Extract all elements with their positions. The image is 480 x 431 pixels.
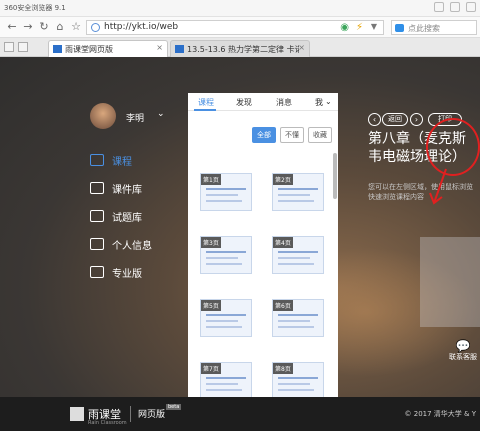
yuketang-favicon-icon [53, 45, 62, 53]
slide-thumbnail[interactable]: 第4页 [272, 236, 324, 274]
sidebar-item-questions[interactable]: 试题库 [90, 207, 142, 225]
logo-icon [70, 407, 84, 421]
slide-thumbnail[interactable]: 第6页 [272, 299, 324, 337]
address-bar[interactable]: http://ykt.io/web ◉ ⚡ ▼ [86, 20, 384, 35]
footer: 雨课堂 Rain Classroom 网页版 beta © 2017 清华大学 … [0, 397, 480, 431]
slide-number: 第4页 [273, 237, 293, 248]
chevron-left-icon[interactable]: ‹ [368, 113, 381, 126]
panel-tab-courses[interactable]: 课程 [198, 97, 214, 108]
beta-badge: beta [166, 404, 182, 410]
person-icon [90, 238, 104, 250]
tab-label: 13.5-13.6 热力学第二定律 卡诺 [187, 45, 299, 54]
filter-unclear[interactable]: 不懂 [280, 127, 304, 143]
star-icon[interactable]: ☆ [70, 21, 82, 33]
document-icon [90, 210, 104, 222]
filter-all[interactable]: 全部 [252, 127, 276, 143]
slide-number: 第8页 [273, 363, 293, 374]
tab-thermodynamics[interactable]: 13.5-13.6 热力学第二定律 卡诺 × [170, 40, 310, 57]
sidebar-item-pro[interactable]: 专业版 [90, 263, 142, 281]
slide-thumbnail[interactable]: 第7页 [200, 362, 252, 400]
forward-arrow-icon[interactable]: → [22, 21, 34, 33]
window-titlebar: 360安全浏览器 9.1 [0, 0, 480, 17]
pro-icon [90, 266, 104, 278]
filter-favorite[interactable]: 收藏 [308, 127, 332, 143]
contact-service-label: 联系客服 [449, 353, 477, 361]
slide-number: 第3页 [201, 237, 221, 248]
sidebar-item-slides[interactable]: 课件库 [90, 179, 142, 197]
slide-thumbnail[interactable]: 第1页 [200, 173, 252, 211]
slide-number: 第6页 [273, 300, 293, 311]
search-engine-icon [395, 24, 404, 32]
globe-icon [91, 23, 100, 32]
lightning-icon[interactable]: ⚡ [356, 22, 363, 33]
tab-close-icon[interactable]: × [298, 43, 305, 52]
window-controls [434, 2, 476, 12]
annotation-arrow-icon [429, 168, 447, 205]
tab-close-icon[interactable]: × [156, 43, 163, 52]
slide-thumbnail[interactable]: 第3页 [200, 236, 252, 274]
sidebar-item-profile[interactable]: 个人信息 [90, 235, 152, 253]
panel-tab-discover[interactable]: 发现 [236, 97, 252, 108]
slide-number: 第1页 [201, 174, 221, 185]
book-icon [90, 154, 104, 166]
sidebar-item-label: 课程 [112, 156, 132, 168]
background-screen [420, 237, 480, 327]
maximize-button[interactable] [450, 2, 460, 12]
slides-icon [90, 182, 104, 194]
chevron-down-icon[interactable]: ▼ [371, 22, 377, 31]
tab-yuketang[interactable]: 雨课堂网页版 × [48, 40, 168, 57]
logo-subtitle: Rain Classroom [88, 420, 127, 426]
document-favicon-icon [175, 45, 184, 53]
sidebar-item-label: 试题库 [112, 212, 142, 224]
address-url[interactable]: http://ykt.io/web [104, 22, 178, 32]
window-title: 360安全浏览器 9.1 [4, 4, 66, 12]
wechat-icon: 💬 [455, 339, 471, 353]
active-tab-indicator [194, 109, 216, 111]
back-arrow-icon[interactable]: ← [6, 21, 18, 33]
user-menu-chevron-icon[interactable]: ⌄ [157, 109, 165, 119]
back-button[interactable]: 返回 [382, 113, 408, 126]
tab-history-button[interactable] [18, 42, 28, 52]
web-version-label: 网页版 [138, 410, 166, 420]
slide-thumbnail[interactable]: 第5页 [200, 299, 252, 337]
filter-group: 全部 不懂 收藏 [252, 127, 332, 143]
footer-divider [130, 406, 131, 422]
close-window-button[interactable] [466, 2, 476, 12]
username[interactable]: 李明 [126, 111, 144, 124]
tab-bar: 雨课堂网页版 × 13.5-13.6 热力学第二定律 卡诺 × [0, 38, 480, 57]
sidebar-item-label: 个人信息 [112, 240, 152, 252]
chevron-right-icon[interactable]: › [410, 113, 423, 126]
slide-number: 第7页 [201, 363, 221, 374]
page-content: 李明 ⌄ 课程 课件库 试题库 个人信息 专业版 课程 发现 消息 我 ⌄ 全部… [0, 57, 480, 431]
slide-number: 第2页 [273, 174, 293, 185]
panel-tab-bar: 课程 发现 消息 我 ⌄ [188, 93, 338, 111]
tab-list-button[interactable] [4, 42, 14, 52]
slide-panel: 课程 发现 消息 我 ⌄ 全部 不懂 收藏 第1页 第2页 第3页 第4页 第5… [188, 93, 338, 418]
sidebar-item-label: 课件库 [112, 184, 142, 196]
copyright: © 2017 清华大学 & Y [404, 410, 476, 418]
browser-toolbar: ← → ↻ ⌂ ☆ http://ykt.io/web ◉ ⚡ ▼ 点此搜索 [0, 17, 480, 38]
minimize-button[interactable] [434, 2, 444, 12]
home-icon[interactable]: ⌂ [54, 21, 66, 33]
sidebar-item-label: 专业版 [112, 268, 142, 280]
search-placeholder[interactable]: 点此搜索 [408, 23, 440, 34]
slide-number: 第5页 [201, 300, 221, 311]
refresh-icon[interactable]: ↻ [38, 21, 50, 33]
slide-thumbnail[interactable]: 第8页 [272, 362, 324, 400]
contact-service[interactable]: 💬 联系客服 [448, 339, 478, 362]
chapter-description: 您可以在左侧区域，使用鼠标浏览快速浏览课程内容 [368, 183, 473, 201]
compat-mode-icon[interactable]: ◉ [340, 22, 349, 33]
panel-scrollbar[interactable] [333, 153, 337, 199]
tab-label: 雨课堂网页版 [65, 45, 113, 54]
sidebar-item-courses[interactable]: 课程 [90, 151, 132, 169]
chevron-down-icon[interactable]: ⌄ [325, 97, 332, 106]
panel-tab-messages[interactable]: 消息 [276, 97, 292, 108]
search-box[interactable]: 点此搜索 [391, 20, 477, 35]
slide-thumbnail[interactable]: 第2页 [272, 173, 324, 211]
panel-tab-me[interactable]: 我 [315, 97, 323, 108]
avatar[interactable] [90, 103, 116, 129]
